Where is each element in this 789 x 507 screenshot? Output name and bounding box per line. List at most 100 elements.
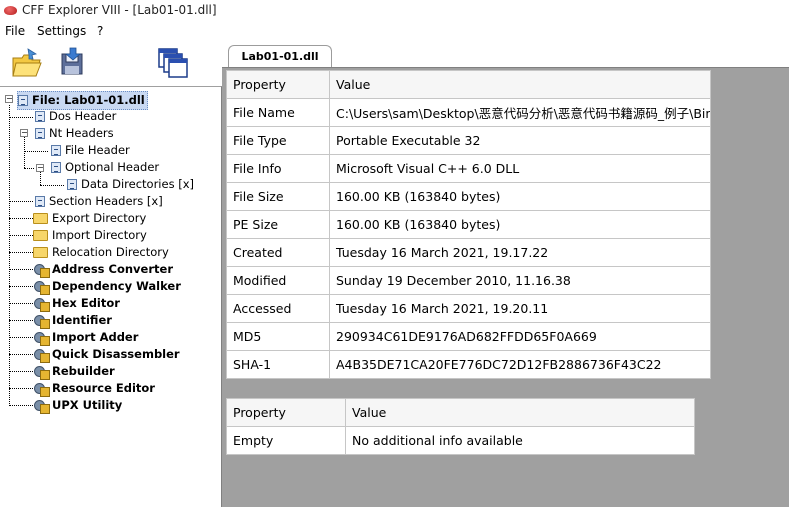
column-header-value[interactable]: Value (329, 70, 711, 99)
table-row[interactable]: Accessed Tuesday 16 March 2021, 19.20.11 (226, 294, 711, 323)
property-cell: PE Size (226, 210, 330, 239)
value-cell: 290934C61DE9176AD682FFDD65F0A669 (329, 322, 711, 351)
tool-icon (33, 280, 50, 295)
windows-cascade-icon[interactable] (156, 46, 192, 82)
folder-icon (33, 213, 48, 224)
tree-item-dos-header[interactable]: Dos Header (35, 108, 116, 125)
table-row[interactable]: PE Size 160.00 KB (163840 bytes) (226, 210, 711, 239)
tree-item-quick-disassembler[interactable]: Quick Disassembler (33, 346, 180, 363)
table-row[interactable]: File Name C:\Users\sam\Desktop\恶意代码分析\恶意代… (226, 98, 711, 127)
property-cell: File Info (226, 154, 330, 183)
value-cell: C:\Users\sam\Desktop\恶意代码分析\恶意代码书籍源码_例子\… (329, 98, 711, 127)
menu-bar: File Settings ? (0, 22, 789, 42)
property-cell: File Size (226, 182, 330, 211)
value-cell: No additional info available (345, 426, 695, 455)
tree-item-relocation-directory[interactable]: Relocation Directory (33, 244, 169, 261)
tree-item-resource-editor[interactable]: Resource Editor (33, 380, 155, 397)
grid-header-row: Property Value (226, 398, 695, 427)
open-folder-icon[interactable] (10, 46, 46, 82)
table-row[interactable]: File Type Portable Executable 32 (226, 126, 711, 155)
menu-file[interactable]: File (5, 24, 25, 38)
property-cell: SHA-1 (226, 350, 330, 379)
document-icon (35, 111, 45, 122)
collapse-nt-headers-toggle[interactable]: − (20, 129, 28, 137)
menu-help[interactable]: ? (97, 24, 103, 38)
collapse-optional-header-toggle[interactable]: − (36, 164, 44, 172)
tree-item-import-directory[interactable]: Import Directory (33, 227, 147, 244)
additional-info-grid: Property Value Empty No additional info a… (226, 398, 695, 455)
property-cell: Empty (226, 426, 346, 455)
tool-icon (33, 399, 50, 414)
property-cell: File Type (226, 126, 330, 155)
tree-item-export-directory[interactable]: Export Directory (33, 210, 146, 227)
value-cell: Tuesday 16 March 2021, 19.20.11 (329, 294, 711, 323)
tree-item-file-header[interactable]: File Header (51, 142, 130, 159)
tree-item-label: Relocation Directory (52, 245, 169, 259)
tree-item-optional-header[interactable]: Optional Header (51, 159, 159, 176)
window-title: CFF Explorer VIII - [Lab01-01.dll] (22, 3, 217, 17)
value-cell: 160.00 KB (163840 bytes) (329, 182, 711, 211)
collapse-root-toggle[interactable]: − (5, 95, 13, 103)
document-icon (51, 145, 61, 156)
tab-lab01-01-dll[interactable]: Lab01-01.dll (228, 45, 332, 68)
column-header-property[interactable]: Property (226, 70, 330, 99)
tree-item-label: Hex Editor (52, 296, 120, 310)
value-cell: Tuesday 16 March 2021, 19.17.22 (329, 238, 711, 267)
tool-icon (33, 348, 50, 363)
column-header-property[interactable]: Property (226, 398, 346, 427)
pe-structure-tree[interactable]: − File: Lab01-01.dll Dos Header − Nt Hea… (0, 86, 222, 507)
table-row[interactable]: File Size 160.00 KB (163840 bytes) (226, 182, 711, 211)
table-row[interactable]: Empty No additional info available (226, 426, 695, 455)
tree-item-label: Dependency Walker (52, 279, 181, 293)
document-icon (51, 162, 61, 173)
property-cell: Accessed (226, 294, 330, 323)
value-cell: 160.00 KB (163840 bytes) (329, 210, 711, 239)
tool-icon (33, 331, 50, 346)
tree-item-nt-headers[interactable]: Nt Headers (35, 125, 114, 142)
tree-item-upx-utility[interactable]: UPX Utility (33, 397, 122, 414)
property-cell: Created (226, 238, 330, 267)
tree-item-dependency-walker[interactable]: Dependency Walker (33, 278, 181, 295)
tree-item-label: Data Directories [x] (81, 177, 195, 191)
tree-root-label: File: Lab01-01.dll (32, 93, 145, 107)
tree-item-identifier[interactable]: Identifier (33, 312, 112, 329)
tree-item-label: Export Directory (52, 211, 147, 225)
document-icon (18, 95, 28, 106)
table-row[interactable]: SHA-1 A4B35DE71CA20FE776DC72D12FB2886736F… (226, 350, 711, 379)
column-header-value[interactable]: Value (345, 398, 695, 427)
table-row[interactable]: MD5 290934C61DE9176AD682FFDD65F0A669 (226, 322, 711, 351)
tree-item-rebuilder[interactable]: Rebuilder (33, 363, 115, 380)
table-row[interactable]: Created Tuesday 16 March 2021, 19.17.22 (226, 238, 711, 267)
tree-item-label: Resource Editor (52, 381, 155, 395)
tool-icon (33, 297, 50, 312)
tree-item-label: Identifier (52, 313, 112, 327)
tree-item-data-directories[interactable]: Data Directories [x] (67, 176, 194, 193)
save-disk-icon[interactable] (56, 46, 92, 82)
table-row[interactable]: File Info Microsoft Visual C++ 6.0 DLL (226, 154, 711, 183)
value-cell: Sunday 19 December 2010, 11.16.38 (329, 266, 711, 295)
tool-icon (33, 263, 50, 278)
tool-icon (33, 365, 50, 380)
cff-explorer-app-icon (4, 6, 17, 15)
menu-settings[interactable]: Settings (37, 24, 86, 38)
tree-item-import-adder[interactable]: Import Adder (33, 329, 138, 346)
tree-item-label: Nt Headers (49, 126, 114, 140)
tree-item-section-headers[interactable]: Section Headers [x] (35, 193, 163, 210)
tree-item-label: File Header (65, 143, 130, 157)
tree-item-hex-editor[interactable]: Hex Editor (33, 295, 120, 312)
tree-item-label: Rebuilder (52, 364, 115, 378)
document-icon (35, 128, 45, 139)
tree-item-label: Address Converter (52, 262, 173, 276)
tree-item-label: UPX Utility (52, 398, 123, 412)
toolbar (0, 42, 222, 86)
value-cell: A4B35DE71CA20FE776DC72D12FB2886736F43C22 (329, 350, 711, 379)
tree-item-address-converter[interactable]: Address Converter (33, 261, 173, 278)
table-row[interactable]: Modified Sunday 19 December 2010, 11.16.3… (226, 266, 711, 295)
folder-icon (33, 247, 48, 258)
tree-item-label: Quick Disassembler (52, 347, 180, 361)
tree-item-label: Dos Header (49, 109, 117, 123)
property-cell: MD5 (226, 322, 330, 351)
tree-item-label: Import Directory (52, 228, 147, 242)
value-cell: Portable Executable 32 (329, 126, 711, 155)
file-info-grid: Property Value File Name C:\Users\sam\Des… (226, 70, 711, 379)
